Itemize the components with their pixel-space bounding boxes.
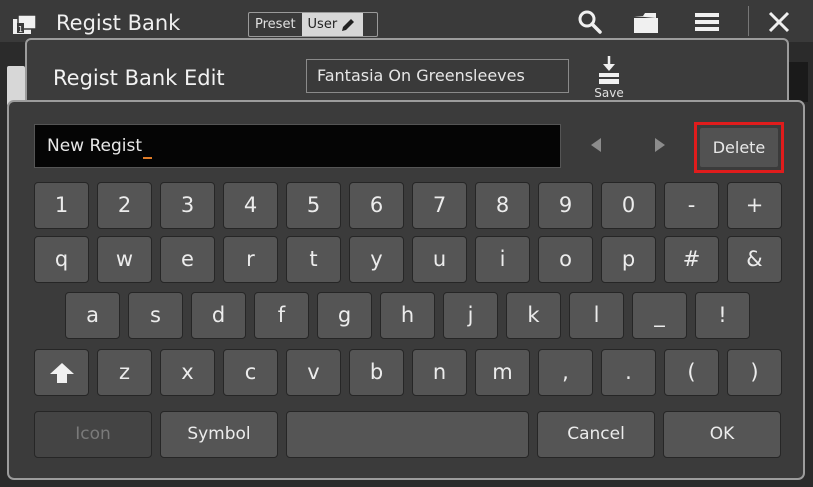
close-icon[interactable]	[764, 8, 794, 36]
key[interactable]: -	[664, 182, 719, 229]
page-title: Regist Bank	[56, 11, 181, 35]
save-icon	[599, 56, 619, 84]
key[interactable]: u	[412, 236, 467, 283]
key[interactable]: h	[380, 292, 435, 339]
key[interactable]: .	[601, 349, 656, 396]
key[interactable]: o	[538, 236, 593, 283]
key[interactable]: 3	[160, 182, 215, 229]
key[interactable]: z	[97, 349, 152, 396]
space-key[interactable]	[286, 411, 529, 458]
key[interactable]: 8	[475, 182, 530, 229]
bank-name-field[interactable]: Fantasia On Greensleeves	[306, 59, 569, 93]
key[interactable]: 5	[286, 182, 341, 229]
delete-button[interactable]: Delete	[700, 128, 778, 167]
background-edge	[789, 62, 808, 102]
key[interactable]: _	[632, 292, 687, 339]
top-bar: 1 Regist Bank Preset User	[0, 0, 813, 42]
cancel-button[interactable]: Cancel	[537, 411, 655, 458]
key[interactable]: (	[664, 349, 719, 396]
key[interactable]: l	[569, 292, 624, 339]
pencil-icon	[342, 18, 355, 31]
key[interactable]: p	[601, 236, 656, 283]
ok-button[interactable]: OK	[663, 411, 781, 458]
key[interactable]: w	[97, 236, 152, 283]
key[interactable]: k	[506, 292, 561, 339]
key[interactable]: 2	[97, 182, 152, 229]
key[interactable]: 6	[349, 182, 404, 229]
name-input-value: New Regist	[47, 136, 143, 156]
key[interactable]: &	[727, 236, 782, 283]
preset-user-toggle[interactable]: Preset User	[248, 12, 378, 37]
keyboard-panel: New Regist Delete Icon Symbol Cancel OK …	[7, 100, 805, 480]
key[interactable]: )	[727, 349, 782, 396]
name-input[interactable]: New Regist	[34, 124, 561, 168]
key[interactable]: f	[254, 292, 309, 339]
user-option-label: User	[307, 17, 338, 32]
cursor-left-icon[interactable]	[589, 136, 603, 154]
key[interactable]: v	[286, 349, 341, 396]
key[interactable]: b	[349, 349, 404, 396]
key[interactable]: !	[695, 292, 750, 339]
key[interactable]: t	[286, 236, 341, 283]
key[interactable]: g	[317, 292, 372, 339]
key[interactable]: q	[34, 236, 89, 283]
key[interactable]: a	[65, 292, 120, 339]
search-icon[interactable]	[575, 8, 605, 36]
key[interactable]: 1	[34, 182, 89, 229]
key[interactable]: d	[191, 292, 246, 339]
save-button[interactable]: Save	[589, 52, 629, 100]
folder-icon[interactable]	[631, 8, 661, 36]
key[interactable]: 9	[538, 182, 593, 229]
key[interactable]: i	[475, 236, 530, 283]
key[interactable]: +	[727, 182, 782, 229]
user-option[interactable]: User	[301, 13, 364, 36]
key[interactable]: 0	[601, 182, 656, 229]
key[interactable]: x	[160, 349, 215, 396]
svg-text:1: 1	[18, 25, 23, 34]
key[interactable]: e	[160, 236, 215, 283]
shift-key[interactable]	[34, 349, 89, 396]
shift-arrow-icon	[49, 363, 74, 383]
key[interactable]: j	[443, 292, 498, 339]
preset-option[interactable]: Preset	[249, 13, 302, 36]
key[interactable]: 4	[223, 182, 278, 229]
cursor-right-icon[interactable]	[653, 136, 667, 154]
key[interactable]: #	[664, 236, 719, 283]
key[interactable]: c	[223, 349, 278, 396]
key[interactable]: s	[128, 292, 183, 339]
key[interactable]: r	[223, 236, 278, 283]
save-label: Save	[594, 86, 624, 100]
key[interactable]: y	[349, 236, 404, 283]
text-cursor	[143, 157, 153, 159]
symbol-button[interactable]: Symbol	[160, 411, 278, 458]
key[interactable]: 7	[412, 182, 467, 229]
menu-icon[interactable]	[692, 8, 722, 36]
edit-title: Regist Bank Edit	[53, 66, 225, 90]
key[interactable]: n	[412, 349, 467, 396]
regist-bank-icon: 1	[13, 14, 37, 34]
key[interactable]: m	[475, 349, 530, 396]
delete-button-highlight[interactable]: Delete	[694, 122, 784, 173]
toolbar-divider	[748, 6, 749, 36]
icon-button[interactable]: Icon	[34, 411, 152, 458]
key[interactable]: ,	[538, 349, 593, 396]
